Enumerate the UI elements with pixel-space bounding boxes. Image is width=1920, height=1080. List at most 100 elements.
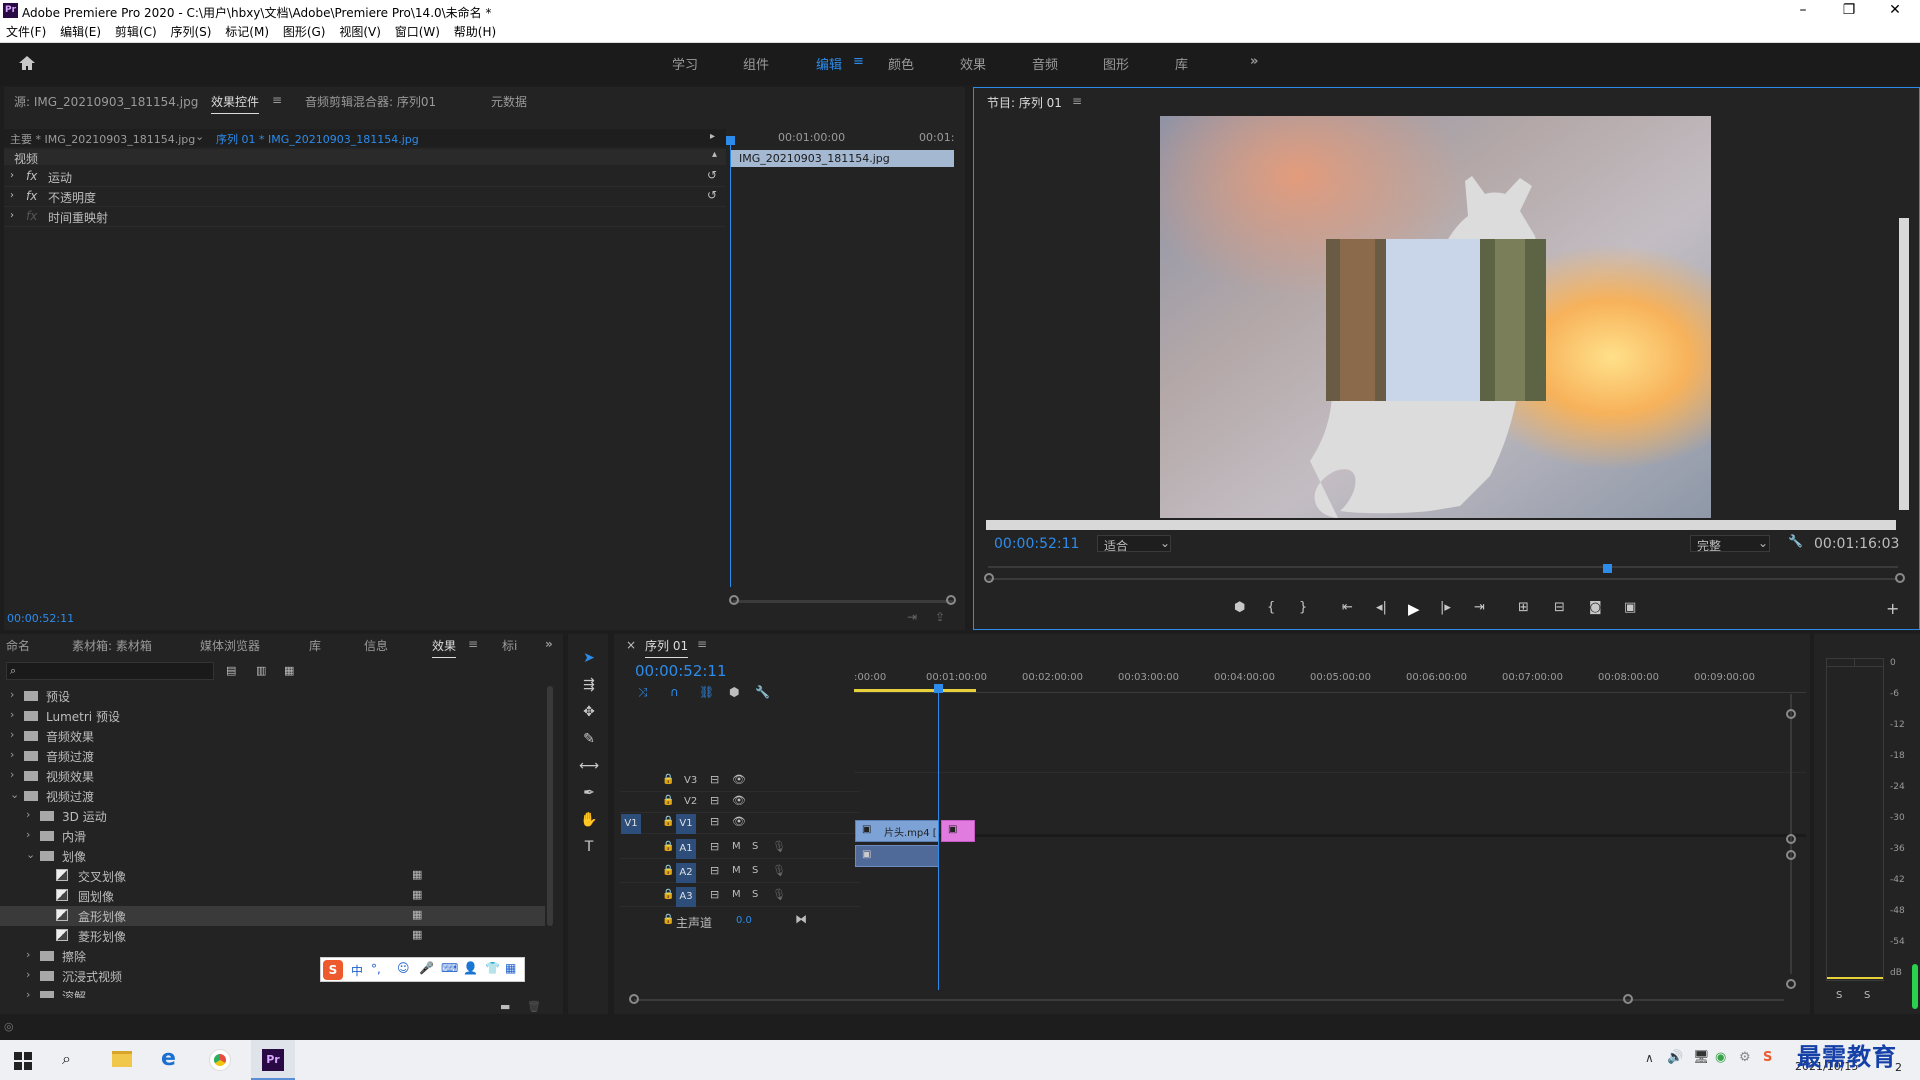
track-label[interactable]: A2 [676, 863, 696, 883]
workspace-audio[interactable]: 音频 [1032, 54, 1058, 73]
menu-sequence[interactable]: 序列(S) [170, 23, 211, 42]
selection-tool-icon[interactable]: ➤ [578, 650, 600, 672]
effect-item[interactable]: ▦ 盒形划像 [0, 906, 545, 926]
chrome-icon[interactable] [209, 1049, 231, 1071]
ec-zoom-handle[interactable] [946, 595, 956, 605]
chevron-right-icon[interactable]: › [10, 688, 14, 701]
tab-markers[interactable]: 标i [502, 637, 517, 654]
reset-icon[interactable]: ↺ [707, 168, 717, 182]
workspace-editing[interactable]: 编辑 [816, 54, 842, 73]
tray-app-icon[interactable]: ⚙ [1739, 1050, 1751, 1065]
program-zoom-bar[interactable] [988, 578, 1898, 580]
wrench-icon[interactable]: 🔧 [1788, 534, 1803, 548]
keyboard-icon[interactable]: ⌨ [441, 961, 458, 975]
home-icon[interactable] [18, 55, 36, 71]
program-playhead[interactable] [1602, 564, 1612, 573]
scroll-handle[interactable] [1786, 850, 1796, 860]
sequence-clip-label[interactable]: 序列 01 * IMG_20210903_181154.jpg [216, 131, 419, 147]
ripple-edit-tool-icon[interactable]: ✥ [578, 704, 600, 726]
workspace-assembly[interactable]: 组件 [743, 54, 769, 73]
microphone-icon[interactable]: 🎤 [419, 961, 434, 975]
chevron-right-icon[interactable]: › [10, 748, 14, 761]
timeline-timecode[interactable]: 00:00:52:11 [635, 662, 727, 680]
menu-clip[interactable]: 剪辑(C) [115, 23, 157, 42]
timeline-playhead-handle[interactable] [934, 684, 943, 693]
menu-graphics[interactable]: 图形(G) [283, 23, 326, 42]
yuv-effects-icon[interactable]: ▦ [284, 664, 294, 677]
chevron-right-icon[interactable]: › [26, 988, 30, 998]
tab-audio-clip-mixer[interactable]: 音频剪辑混合器: 序列01 [305, 93, 436, 110]
solo-button[interactable]: S [752, 889, 758, 900]
sync-lock-icon[interactable]: ⊟ [710, 888, 719, 901]
expand-arrow-icon[interactable]: › [10, 210, 14, 221]
sogou-tray-icon[interactable]: S [1763, 1050, 1772, 1065]
track-label[interactable]: V2 [684, 796, 697, 807]
effect-item[interactable]: ▦ 菱形划像 [0, 926, 545, 946]
lock-icon[interactable]: 🔒 [662, 774, 674, 785]
workspace-libraries[interactable]: 库 [1175, 54, 1188, 73]
panel-more-icon[interactable]: » [545, 637, 553, 651]
linked-selection-icon[interactable]: ⛓ [699, 685, 714, 699]
effects-folder-item[interactable]: › 音频效果 [0, 726, 545, 746]
scroll-handle[interactable] [1786, 979, 1796, 989]
effects-folder-item[interactable]: ⌄ 视频过渡 [0, 786, 545, 806]
effects-folder-item[interactable]: › 3D 运动 [0, 806, 545, 826]
meter-scrollbar[interactable] [1912, 964, 1918, 1009]
fx-row-time-remap[interactable]: › fx 时间重映射 [4, 207, 726, 227]
solo-left-button[interactable]: S [1836, 990, 1842, 1001]
expand-arrow-icon[interactable]: › [10, 190, 14, 201]
close-tab-icon[interactable]: × [626, 638, 636, 652]
search-icon[interactable]: ⌕ [62, 1049, 71, 1069]
chevron-down-icon[interactable]: ⌄ [10, 788, 19, 801]
tab-effect-controls-menu-icon[interactable]: ≡ [272, 93, 282, 107]
minimize-button[interactable]: – [1780, 0, 1826, 22]
effects-folder-item[interactable]: › 音频过渡 [0, 746, 545, 766]
clip-v1-image[interactable]: ▣ [941, 820, 975, 842]
ec-timeline-ruler[interactable]: 00:01:00:00 00:01: [726, 127, 962, 147]
zoom-handle-right[interactable] [1895, 573, 1905, 583]
chevron-down-icon[interactable]: ⌄ [195, 130, 204, 143]
workspace-more-icon[interactable]: » [1250, 54, 1258, 69]
eye-icon[interactable]: 👁 [732, 815, 746, 828]
step-back-icon[interactable]: ◂| [1376, 600, 1387, 615]
mute-button[interactable]: M [732, 865, 741, 876]
menu-marker[interactable]: 标记(M) [225, 23, 269, 42]
effect-item[interactable]: ▦ 圆划像 [0, 886, 545, 906]
lock-icon[interactable]: 🔒 [662, 889, 674, 900]
microphone-icon[interactable]: 🎙 [772, 888, 786, 901]
show-hidden-icons[interactable]: ∧ [1645, 1051, 1654, 1065]
fit-dropdown[interactable]: 适合 ⌄ [1097, 535, 1171, 553]
windows-start-icon[interactable] [14, 1052, 32, 1070]
expand-arrow-icon[interactable]: › [10, 170, 14, 181]
workspace-learn[interactable]: 学习 [672, 54, 698, 73]
extract-icon[interactable]: ⊟ [1554, 600, 1565, 615]
tab-bin[interactable]: 素材箱: 素材箱 [72, 637, 152, 654]
menu-window[interactable]: 窗口(W) [395, 23, 440, 42]
volume-icon[interactable]: 🔊 [1667, 1050, 1683, 1065]
zoom-handle-left[interactable] [984, 573, 994, 583]
add-marker-icon[interactable]: ⬢ [1234, 600, 1245, 615]
close-button[interactable]: ✕ [1872, 0, 1918, 22]
share-icon[interactable]: ⇪ [935, 610, 945, 624]
tab-effect-controls[interactable]: 效果控件 [211, 93, 260, 114]
track-label[interactable]: V3 [684, 775, 697, 786]
effect-item[interactable]: ▦ 交叉划像 [0, 866, 545, 886]
hand-tool-icon[interactable]: ✋ [578, 812, 600, 834]
play-only-icon[interactable]: ▸ [710, 131, 715, 142]
chevron-right-icon[interactable]: › [26, 968, 30, 981]
tab-source[interactable]: 源: IMG_20210903_181154.jpg [14, 93, 198, 110]
snap-icon[interactable]: ∩ [670, 685, 679, 699]
effects-folder-item[interactable]: ⌄ 划像 [0, 846, 545, 866]
mute-button[interactable]: M [732, 841, 741, 852]
play-icon[interactable]: ▶ [1408, 600, 1420, 618]
sync-lock-icon[interactable]: ⊟ [710, 773, 719, 786]
track-label[interactable]: A3 [676, 887, 696, 907]
timeline-ruler[interactable]: :00:00 00:01:00:00 00:02:00:00 00:03:00:00 0… [854, 668, 1804, 688]
microphone-icon[interactable]: 🎙 [772, 864, 786, 877]
export-frame-icon[interactable]: ⇥ [907, 610, 917, 624]
workspace-color[interactable]: 颜色 [888, 54, 914, 73]
monitor-horizontal-scrollbar[interactable] [986, 520, 1896, 530]
emoji-icon[interactable]: ☺ [397, 961, 410, 975]
source-patch-v1[interactable]: V1 [621, 814, 641, 834]
mute-button[interactable]: M [732, 889, 741, 900]
